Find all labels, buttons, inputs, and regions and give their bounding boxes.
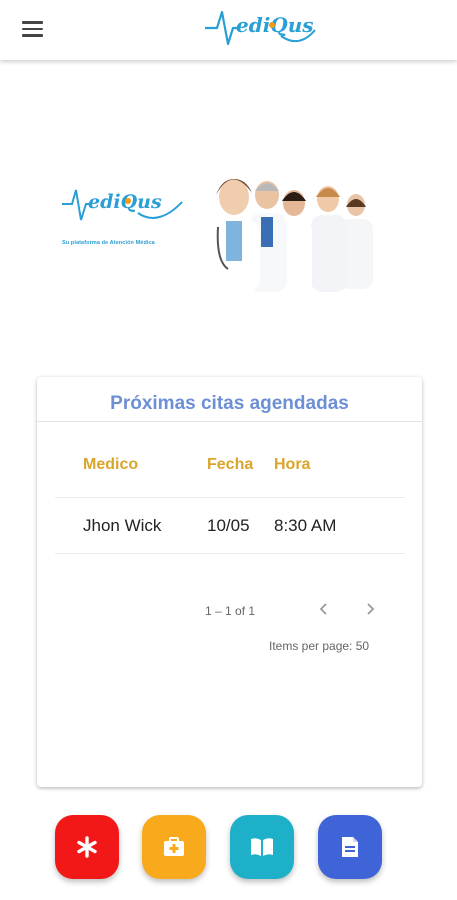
- banner-tagline: Su plataforma de Atención Médica: [62, 240, 155, 246]
- paginator-range-label: 1 – 1 of 1: [205, 604, 256, 618]
- menu-icon-line: [21, 34, 43, 37]
- library-button[interactable]: [230, 815, 294, 879]
- svg-text:ediQus: ediQus: [88, 191, 162, 213]
- records-button[interactable]: [318, 815, 382, 879]
- menu-icon-line: [21, 21, 43, 24]
- card-title: Próximas citas agendadas: [110, 393, 349, 414]
- medical-kit-icon: [164, 837, 184, 856]
- hamburger-menu-button[interactable]: [14, 14, 50, 44]
- top-app-bar: ediQus: [0, 0, 457, 60]
- chevron-right-icon: [367, 603, 375, 615]
- items-per-page-value: 50: [355, 639, 370, 653]
- previous-page-button[interactable]: [310, 595, 338, 623]
- medical-kit-button[interactable]: [142, 815, 206, 879]
- emergency-button[interactable]: [55, 815, 119, 879]
- header-row-divider: [55, 497, 405, 498]
- column-header-medico[interactable]: Medico: [83, 456, 138, 474]
- cell-medico: Jhon Wick: [83, 516, 162, 535]
- next-page-button[interactable]: [356, 595, 384, 623]
- open-book-icon: [251, 838, 273, 856]
- mediqus-logo: ediQus: [205, 10, 316, 46]
- chevron-left-icon: [319, 603, 327, 615]
- row-divider: [55, 553, 405, 554]
- menu-icon-line: [21, 27, 43, 31]
- items-per-page-label: Items per page:: [269, 639, 353, 653]
- items-per-page[interactable]: Items per page: 50: [269, 639, 369, 653]
- cell-hora: 8:30 AM: [274, 516, 337, 535]
- cell-fecha: 10/05: [207, 516, 250, 535]
- document-icon: [342, 837, 358, 857]
- column-header-fecha[interactable]: Fecha: [207, 456, 253, 474]
- appointments-card: Próximas citas agendadas Medico Fecha Ho…: [37, 377, 422, 787]
- asterisk-icon: [77, 836, 97, 858]
- hero-banner-doctors: ediQus: [62, 179, 373, 292]
- card-divider: [37, 421, 422, 422]
- column-header-hora[interactable]: Hora: [274, 456, 310, 474]
